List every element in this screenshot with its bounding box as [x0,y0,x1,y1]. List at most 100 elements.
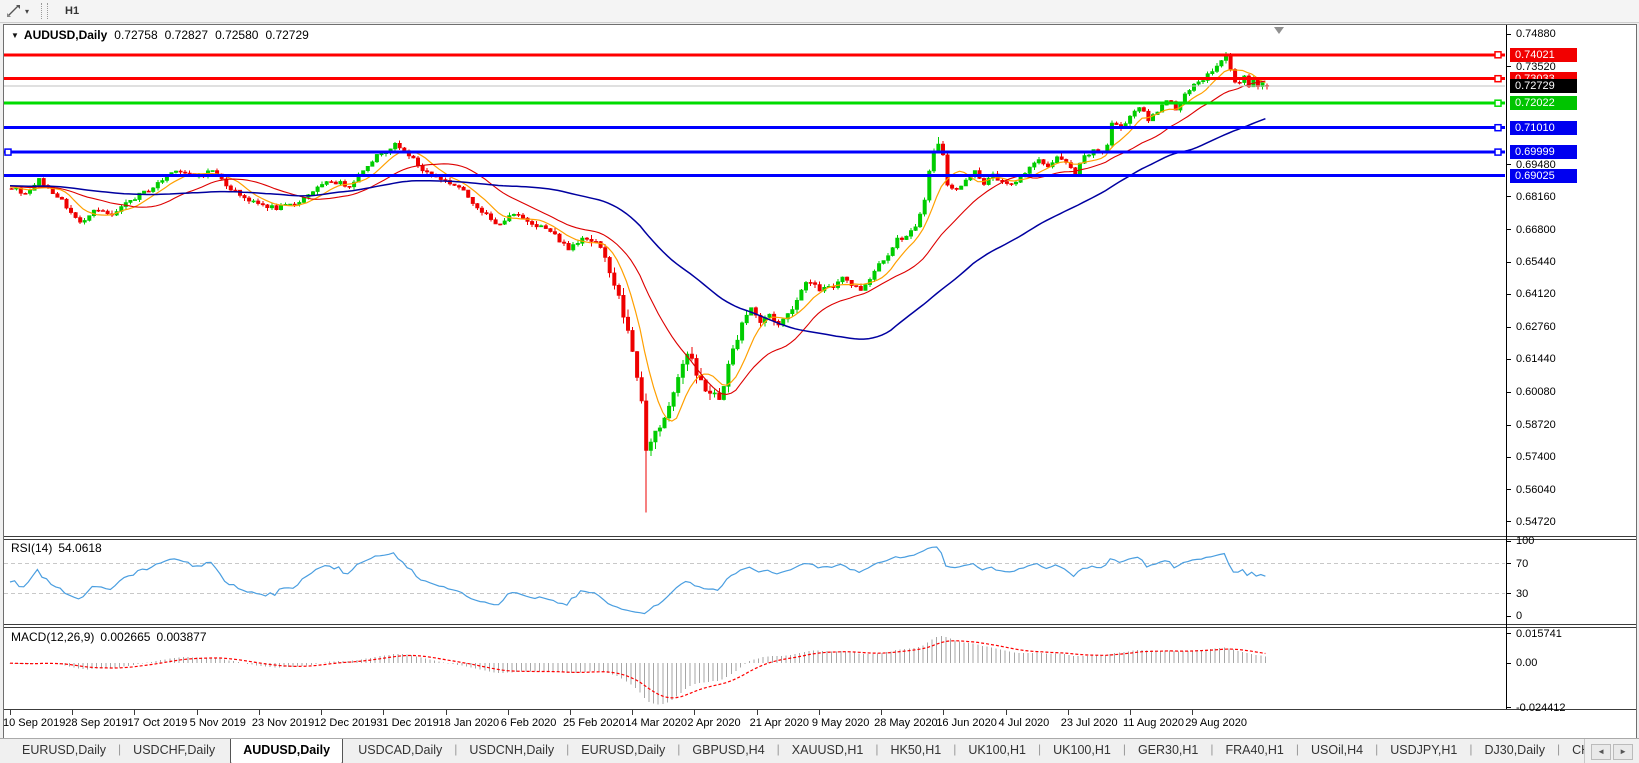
rsi-chart-canvas[interactable] [4,539,1505,624]
chart-tab-usdcad-daily-3[interactable]: USDCAD,Daily [346,739,454,763]
rsi-name: RSI(14) [11,541,52,555]
rsi-tick-label: 70 [1516,558,1528,570]
toolbar: ▾ M1M5M15M30H1H4D1W1MN [0,0,1639,23]
date-tick [134,710,135,715]
date-label: 4 Jul 2020 [999,717,1050,729]
chart-window: ▼AUDUSD,Daily0.727580.728270.725800.7272… [3,24,1637,738]
price-tick-label: 0.58720 [1516,419,1556,431]
timeframe-button-h1[interactable]: H1 [55,2,96,20]
chart-tab-ger30-h1-11[interactable]: GER30,H1 [1126,739,1210,763]
date-tick [72,710,73,715]
date-tick [694,710,695,715]
date-tick [881,710,882,715]
date-tick [757,710,758,715]
date-label: 28 Sep 2019 [65,717,127,729]
chart-tabs: EURUSD,Daily|USDCHF,Daily|AUDUSD,Daily|U… [0,739,1584,763]
price-tick-label: 0.61440 [1516,353,1556,365]
date-label: 25 Feb 2020 [563,717,625,729]
date-tick [1192,710,1193,715]
chart-tab-eurusd-daily-5[interactable]: EURUSD,Daily [569,739,677,763]
price-tick [1507,457,1511,458]
price-tick [1507,262,1511,263]
macd-chart-canvas[interactable] [4,628,1505,709]
ohlc-low: 0.72580 [215,28,258,42]
toolbar-grip[interactable] [41,3,48,19]
price-tick [1507,425,1511,426]
rsi-tick-label: 100 [1516,535,1534,547]
ohlc-high: 0.72827 [165,28,208,42]
price-tick-label: 0.74880 [1516,28,1556,40]
date-axis[interactable]: 10 Sep 201928 Sep 201917 Oct 20195 Nov 2… [4,709,1636,738]
chart-tab-eurusd-daily-0[interactable]: EURUSD,Daily [10,739,118,763]
trendline-icon [6,4,22,18]
date-label: 23 Nov 2019 [252,717,314,729]
price-axis[interactable]: 0.748800.735200.694800.681600.668000.654… [1506,25,1636,709]
rsi-label: RSI(14)54.0618 [11,541,108,555]
price-tick [1507,196,1511,197]
price-tick [1507,327,1511,328]
price-badge-0.71010: 0.71010 [1510,121,1577,135]
price-tick-label: 0.62760 [1516,321,1556,333]
price-badge-0.72022: 0.72022 [1510,96,1577,110]
date-tick [1006,710,1007,715]
chart-tab-usdcnh-daily-4[interactable]: USDCNH,Daily [457,739,566,763]
macd-label: MACD(12,26,9)0.0026650.003877 [11,630,213,644]
macd-tick [1507,663,1511,664]
chart-tab-china300-h1-16[interactable]: CHINA300,H1 [1560,739,1584,763]
date-label: 10 Sep 2019 [4,717,65,729]
ohlc-close: 0.72729 [265,28,308,42]
date-label: 11 Aug 2020 [1123,717,1184,729]
date-label: 31 Dec 2019 [376,717,438,729]
chart-tab-uk100-h1-9[interactable]: UK100,H1 [956,739,1038,763]
price-badge-0.69999: 0.69999 [1510,145,1577,159]
chart-tab-xauusd-h1-7[interactable]: XAUUSD,H1 [780,739,876,763]
tabs-scroll-left-icon[interactable]: ◄ [1591,744,1611,760]
date-tick [943,710,944,715]
macd-name: MACD(12,26,9) [11,630,94,644]
chart-title: ▼AUDUSD,Daily0.727580.728270.725800.7272… [11,28,309,42]
price-tick [1507,164,1511,165]
chart-tab-bar: EURUSD,Daily|USDCHF,Daily|AUDUSD,Daily|U… [0,738,1639,763]
chart-tab-usdchf-daily-1[interactable]: USDCHF,Daily [121,739,227,763]
tabs-scroll-right-icon[interactable]: ► [1613,744,1633,760]
date-label: 6 Feb 2020 [501,717,557,729]
price-tick [1507,229,1511,230]
date-tick [259,710,260,715]
rsi-tick [1507,541,1511,542]
date-label: 21 Apr 2020 [750,717,809,729]
price-tick-label: 0.68160 [1516,191,1556,203]
price-chart-canvas[interactable] [4,25,1505,536]
chart-tab-usdjpy-h1-14[interactable]: USDJPY,H1 [1378,739,1469,763]
date-tick [819,710,820,715]
date-label: 28 May 2020 [874,717,938,729]
rsi-tick-label: 30 [1516,588,1528,600]
price-tick-label: 0.60080 [1516,386,1556,398]
chart-tab-dj30-daily-15[interactable]: DJ30,Daily [1473,739,1557,763]
price-tick-label: 0.54720 [1516,516,1556,528]
date-tick [632,710,633,715]
tab-scroll-buttons: ◄ ► [1584,739,1639,763]
chart-tab-audusd-daily-2[interactable]: AUDUSD,Daily [230,739,343,763]
chart-tab-gbpusd-h4-6[interactable]: GBPUSD,H4 [680,739,776,763]
chart-tab-uk100-h1-10[interactable]: UK100,H1 [1041,739,1123,763]
date-tick [383,710,384,715]
date-label: 12 Dec 2019 [314,717,376,729]
chart-tab-usoil-h4-13[interactable]: USOil,H4 [1299,739,1375,763]
date-tick [1130,710,1131,715]
date-label: 2 Apr 2020 [687,717,740,729]
date-label: 18 Jan 2020 [439,717,500,729]
line-tools-icon[interactable]: ▾ [2,2,33,20]
chart-tab-fra40-h1-12[interactable]: FRA40,H1 [1214,739,1296,763]
date-label: 9 May 2020 [812,717,869,729]
rsi-tick [1507,616,1511,617]
chart-tab-hk50-h1-8[interactable]: HK50,H1 [878,739,953,763]
price-tick-label: 0.64120 [1516,288,1556,300]
price-tick [1507,34,1511,35]
date-label: 5 Nov 2019 [190,717,246,729]
rsi-tick-label: 0 [1516,610,1522,622]
price-badge-0.72729: 0.72729 [1510,79,1577,93]
date-tick [197,710,198,715]
rsi-tick [1507,593,1511,594]
macd-tick-label: -0.024412 [1516,702,1566,714]
price-badge-0.74021: 0.74021 [1510,48,1577,62]
